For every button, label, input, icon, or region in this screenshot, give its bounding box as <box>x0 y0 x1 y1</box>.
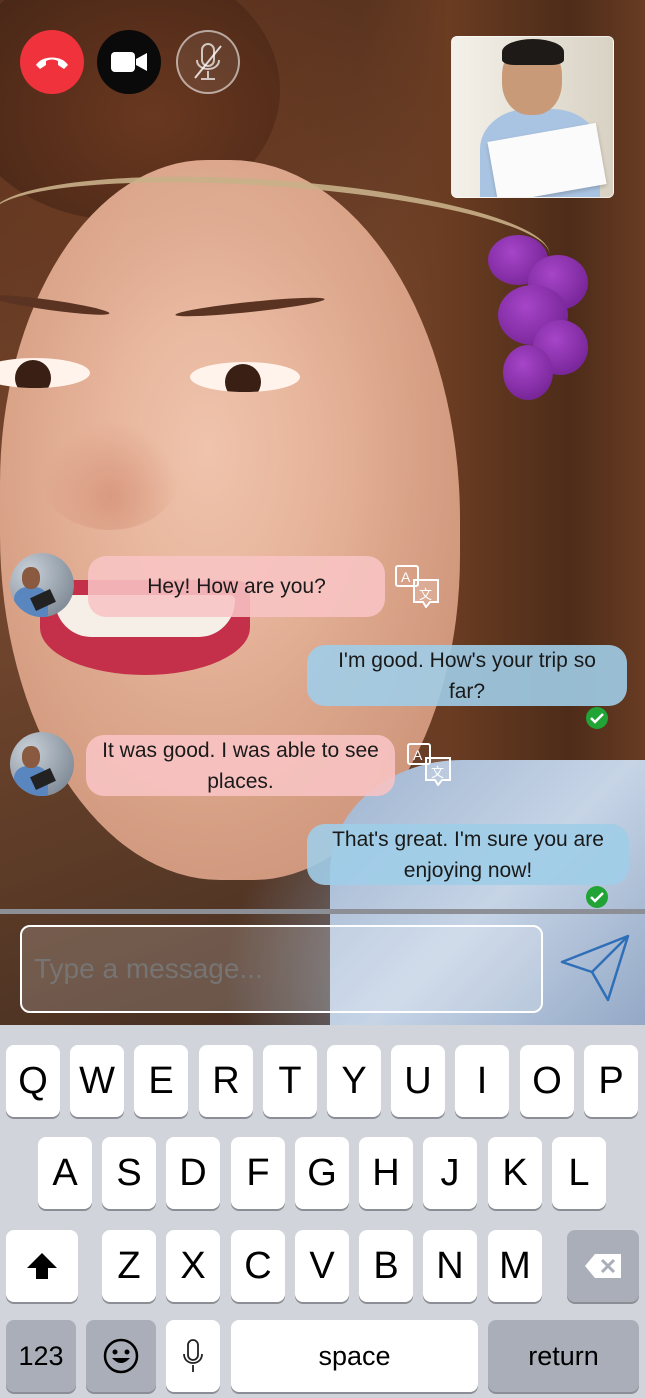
key-x[interactable]: X <box>166 1230 220 1302</box>
svg-text:A: A <box>413 747 423 763</box>
divider <box>0 909 645 914</box>
phone-hangup-icon <box>36 57 68 69</box>
key-m[interactable]: M <box>488 1230 542 1302</box>
return-key[interactable]: return <box>488 1320 639 1392</box>
key-i[interactable]: I <box>455 1045 509 1117</box>
numbers-key[interactable]: 123 <box>6 1320 76 1392</box>
key-j[interactable]: J <box>423 1137 477 1209</box>
key-l[interactable]: L <box>552 1137 606 1209</box>
message-input[interactable] <box>22 927 541 1011</box>
key-q[interactable]: Q <box>6 1045 60 1117</box>
message-text: That's great. I'm sure you are enjoying … <box>332 827 604 882</box>
key-b[interactable]: B <box>359 1230 413 1302</box>
translate-icon[interactable]: A 文 <box>394 564 442 608</box>
key-o[interactable]: O <box>520 1045 574 1117</box>
paper-plane-icon <box>560 934 630 1002</box>
key-k[interactable]: K <box>488 1137 542 1209</box>
key-n[interactable]: N <box>423 1230 477 1302</box>
key-a[interactable]: A <box>38 1137 92 1209</box>
emoji-key[interactable] <box>86 1320 156 1392</box>
video-camera-icon <box>111 52 147 72</box>
onscreen-keyboard: Q W E R T Y U I O P A S D F G H J K L Z … <box>0 1025 645 1398</box>
key-s[interactable]: S <box>102 1137 156 1209</box>
key-f[interactable]: F <box>231 1137 285 1209</box>
avatar <box>10 732 74 796</box>
message-bubble-incoming[interactable]: It was good. I was able to see places. <box>86 735 395 796</box>
end-call-button[interactable] <box>20 30 84 94</box>
key-y[interactable]: Y <box>327 1045 381 1117</box>
key-e[interactable]: E <box>134 1045 188 1117</box>
svg-text:A: A <box>401 569 411 585</box>
message-text: It was good. I was able to see places. <box>102 738 379 793</box>
message-text: Hey! How are you? <box>147 575 326 598</box>
key-g[interactable]: G <box>295 1137 349 1209</box>
svg-text:文: 文 <box>419 587 432 602</box>
send-button[interactable] <box>558 932 632 1004</box>
self-video-preview[interactable] <box>451 36 614 198</box>
dictation-key[interactable] <box>166 1320 220 1392</box>
key-t[interactable]: T <box>263 1045 317 1117</box>
message-bubble-outgoing[interactable]: I'm good. How's your trip so far? <box>307 645 627 706</box>
key-z[interactable]: Z <box>102 1230 156 1302</box>
message-input-container[interactable] <box>20 925 543 1013</box>
translate-icon[interactable]: A 文 <box>406 742 454 786</box>
microphone-icon <box>183 1339 203 1372</box>
message-bubble-outgoing[interactable]: That's great. I'm sure you are enjoying … <box>307 824 629 885</box>
flower-decoration <box>478 225 598 405</box>
mic-off-icon <box>194 43 222 80</box>
camera-toggle-button[interactable] <box>97 30 161 94</box>
svg-text:文: 文 <box>431 765 444 780</box>
shift-arrow-icon <box>27 1253 57 1279</box>
emoji-icon <box>103 1338 139 1374</box>
key-h[interactable]: H <box>359 1137 413 1209</box>
mute-button[interactable] <box>176 30 240 94</box>
key-r[interactable]: R <box>199 1045 253 1117</box>
backspace-key[interactable] <box>567 1230 639 1302</box>
avatar <box>10 553 74 617</box>
message-text: I'm good. How's your trip so far? <box>338 648 596 703</box>
key-u[interactable]: U <box>391 1045 445 1117</box>
delivered-check-icon <box>586 886 608 908</box>
shift-key[interactable] <box>6 1230 78 1302</box>
key-c[interactable]: C <box>231 1230 285 1302</box>
space-key[interactable]: space <box>231 1320 478 1392</box>
key-v[interactable]: V <box>295 1230 349 1302</box>
message-bubble-incoming[interactable]: Hey! How are you? <box>88 556 385 617</box>
key-d[interactable]: D <box>166 1137 220 1209</box>
backspace-icon <box>585 1254 621 1278</box>
key-w[interactable]: W <box>70 1045 124 1117</box>
key-p[interactable]: P <box>584 1045 638 1117</box>
delivered-check-icon <box>586 707 608 729</box>
